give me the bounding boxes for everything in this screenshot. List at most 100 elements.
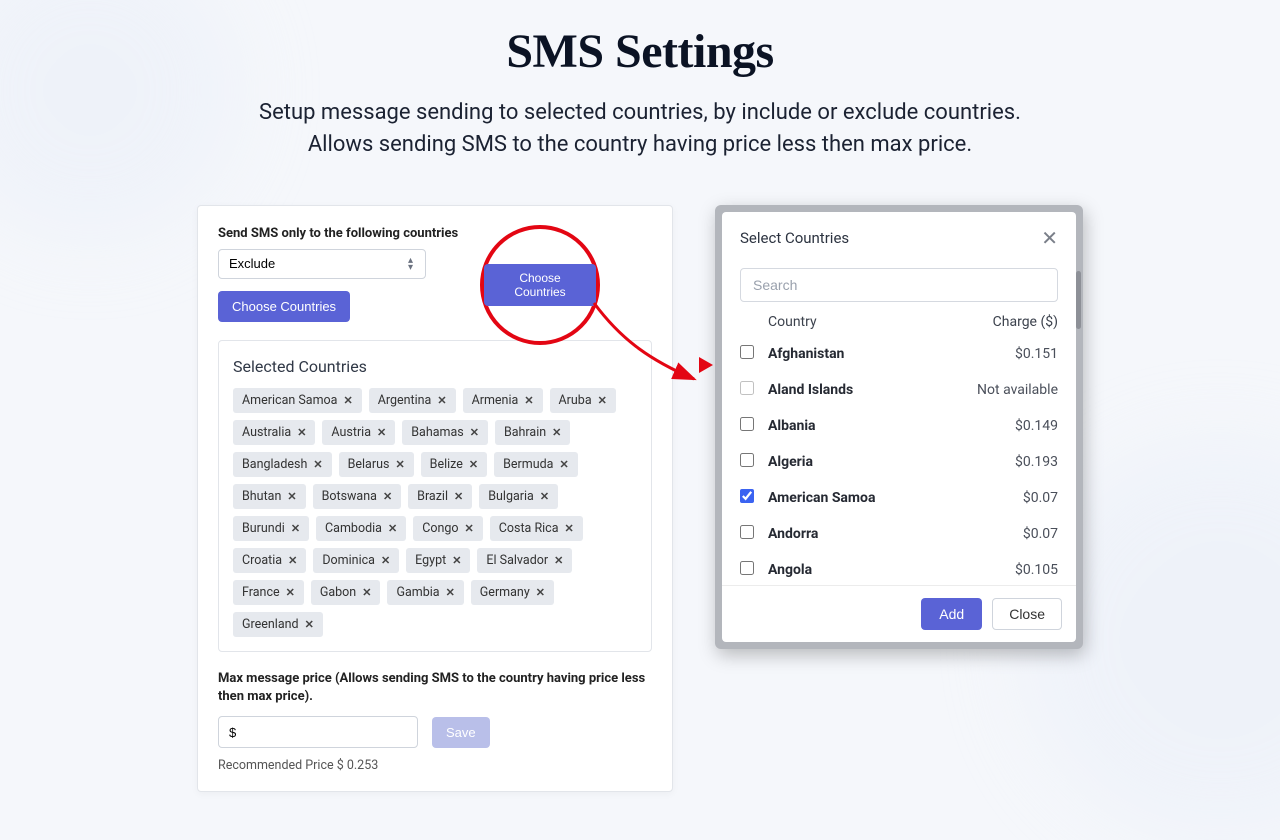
- country-tag-label: Bulgaria: [488, 489, 534, 504]
- remove-tag-icon[interactable]: ✕: [454, 490, 463, 503]
- country-tag: Cambodia✕: [316, 516, 406, 541]
- remove-tag-icon[interactable]: ✕: [395, 458, 404, 471]
- country-tag-label: Gambia: [396, 585, 439, 600]
- country-tag-label: France: [242, 585, 280, 600]
- country-tag-label: Armenia: [472, 393, 519, 408]
- country-tag-label: Burundi: [242, 521, 285, 536]
- country-tag-label: Belarus: [348, 457, 390, 472]
- country-row: Aland IslandsNot available: [740, 372, 1058, 408]
- country-checkbox[interactable]: [740, 345, 754, 359]
- remove-tag-icon[interactable]: ✕: [554, 554, 563, 567]
- country-tag-label: Congo: [422, 521, 458, 536]
- country-row: Andorra$0.07: [740, 516, 1058, 552]
- country-tag-label: Australia: [242, 425, 291, 440]
- search-input[interactable]: [740, 268, 1058, 302]
- country-tag-label: Egypt: [415, 553, 446, 568]
- remove-tag-icon[interactable]: ✕: [286, 586, 295, 599]
- remove-tag-icon[interactable]: ✕: [313, 458, 322, 471]
- country-tag-label: Bahamas: [411, 425, 463, 440]
- country-charge: $0.105: [1015, 562, 1058, 578]
- country-name: Angola: [768, 562, 1015, 578]
- remove-tag-icon[interactable]: ✕: [559, 458, 568, 471]
- country-tag-label: Bangladesh: [242, 457, 307, 472]
- country-checkbox[interactable]: [740, 453, 754, 467]
- scope-select[interactable]: [218, 249, 426, 279]
- remove-tag-icon[interactable]: ✕: [469, 458, 478, 471]
- add-button[interactable]: Add: [921, 598, 982, 630]
- country-tag-label: Bermuda: [503, 457, 553, 472]
- country-checkbox[interactable]: [740, 417, 754, 431]
- remove-tag-icon[interactable]: ✕: [437, 394, 446, 407]
- remove-tag-icon[interactable]: ✕: [536, 586, 545, 599]
- country-row: Albania$0.149: [740, 408, 1058, 444]
- remove-tag-icon[interactable]: ✕: [288, 554, 297, 567]
- remove-tag-icon[interactable]: ✕: [552, 426, 561, 439]
- country-tag: Bermuda ✕: [494, 452, 578, 477]
- recommended-price: Recommended Price $ 0.253: [218, 758, 652, 773]
- modal-column-headers: Country Charge ($): [740, 302, 1058, 336]
- modal-backdrop: Select Countries ✕ Country Charge ($) Af…: [715, 205, 1083, 649]
- country-charge: $0.07: [1023, 526, 1058, 542]
- max-price-input[interactable]: [218, 716, 418, 748]
- remove-tag-icon[interactable]: ✕: [343, 394, 352, 407]
- country-tag: Bangladesh ✕: [233, 452, 332, 477]
- country-tag: Gambia ✕: [387, 580, 463, 605]
- callout-circle: Choose Countries: [480, 225, 600, 345]
- country-tag: Bhutan✕: [233, 484, 306, 509]
- country-checkbox[interactable]: [740, 489, 754, 503]
- country-name: Afghanistan: [768, 346, 1015, 362]
- remove-tag-icon[interactable]: ✕: [470, 426, 479, 439]
- country-tag-label: Costa Rica: [499, 521, 559, 536]
- country-tag-label: Belize: [430, 457, 463, 472]
- country-tag: El Salvador✕: [477, 548, 572, 573]
- remove-tag-icon[interactable]: ✕: [297, 426, 306, 439]
- remove-tag-icon[interactable]: ✕: [377, 426, 386, 439]
- country-tag-label: Germany: [480, 585, 530, 600]
- remove-tag-icon[interactable]: ✕: [291, 522, 300, 535]
- country-tag: Belarus ✕: [339, 452, 414, 477]
- close-icon[interactable]: ✕: [1041, 228, 1058, 248]
- remove-tag-icon[interactable]: ✕: [452, 554, 461, 567]
- remove-tag-icon[interactable]: ✕: [383, 490, 392, 503]
- country-tag: Germany ✕: [471, 580, 554, 605]
- remove-tag-icon[interactable]: ✕: [565, 522, 574, 535]
- country-row: Angola$0.105: [740, 552, 1058, 581]
- country-tag: Greenland ✕: [233, 612, 323, 637]
- remove-tag-icon[interactable]: ✕: [540, 490, 549, 503]
- remove-tag-icon[interactable]: ✕: [305, 618, 314, 631]
- country-checkbox[interactable]: [740, 561, 754, 575]
- close-button[interactable]: Close: [992, 598, 1062, 630]
- country-tag-label: Gabon: [320, 585, 356, 600]
- country-tag-label: Greenland: [242, 617, 299, 632]
- country-checkbox[interactable]: [740, 381, 754, 395]
- remove-tag-icon[interactable]: ✕: [446, 586, 455, 599]
- remove-tag-icon[interactable]: ✕: [465, 522, 474, 535]
- remove-tag-icon[interactable]: ✕: [388, 522, 397, 535]
- select-countries-modal: Select Countries ✕ Country Charge ($) Af…: [722, 212, 1076, 642]
- choose-countries-button[interactable]: Choose Countries: [218, 291, 350, 322]
- remove-tag-icon[interactable]: ✕: [381, 554, 390, 567]
- country-name: Andorra: [768, 526, 1023, 542]
- remove-tag-icon[interactable]: ✕: [287, 490, 296, 503]
- modal-title: Select Countries: [740, 229, 849, 247]
- country-name: Algeria: [768, 454, 1015, 470]
- country-charge: Not available: [977, 382, 1058, 398]
- country-tag: Australia ✕: [233, 420, 315, 445]
- selected-countries-tags: American Samoa✕Argentina✕Armenia✕Aruba✕A…: [233, 388, 637, 637]
- country-tag-label: Croatia: [242, 553, 282, 568]
- selected-countries-panel: Selected Countries American Samoa✕Argent…: [218, 340, 652, 652]
- col-charge: Charge ($): [993, 314, 1058, 330]
- country-charge: $0.193: [1015, 454, 1058, 470]
- page-title: SMS Settings: [506, 24, 773, 79]
- country-name: Aland Islands: [768, 382, 977, 398]
- country-checkbox[interactable]: [740, 525, 754, 539]
- save-button[interactable]: Save: [432, 717, 490, 748]
- country-tag-label: Dominica: [322, 553, 375, 568]
- country-charge: $0.07: [1023, 490, 1058, 506]
- country-tag: Congo ✕: [413, 516, 483, 541]
- callout-choose-countries-button[interactable]: Choose Countries: [484, 264, 596, 306]
- remove-tag-icon[interactable]: ✕: [362, 586, 371, 599]
- max-price-label: Max message price (Allows sending SMS to…: [218, 670, 652, 706]
- country-tag-label: Bahrain: [504, 425, 546, 440]
- remove-tag-icon[interactable]: ✕: [524, 394, 533, 407]
